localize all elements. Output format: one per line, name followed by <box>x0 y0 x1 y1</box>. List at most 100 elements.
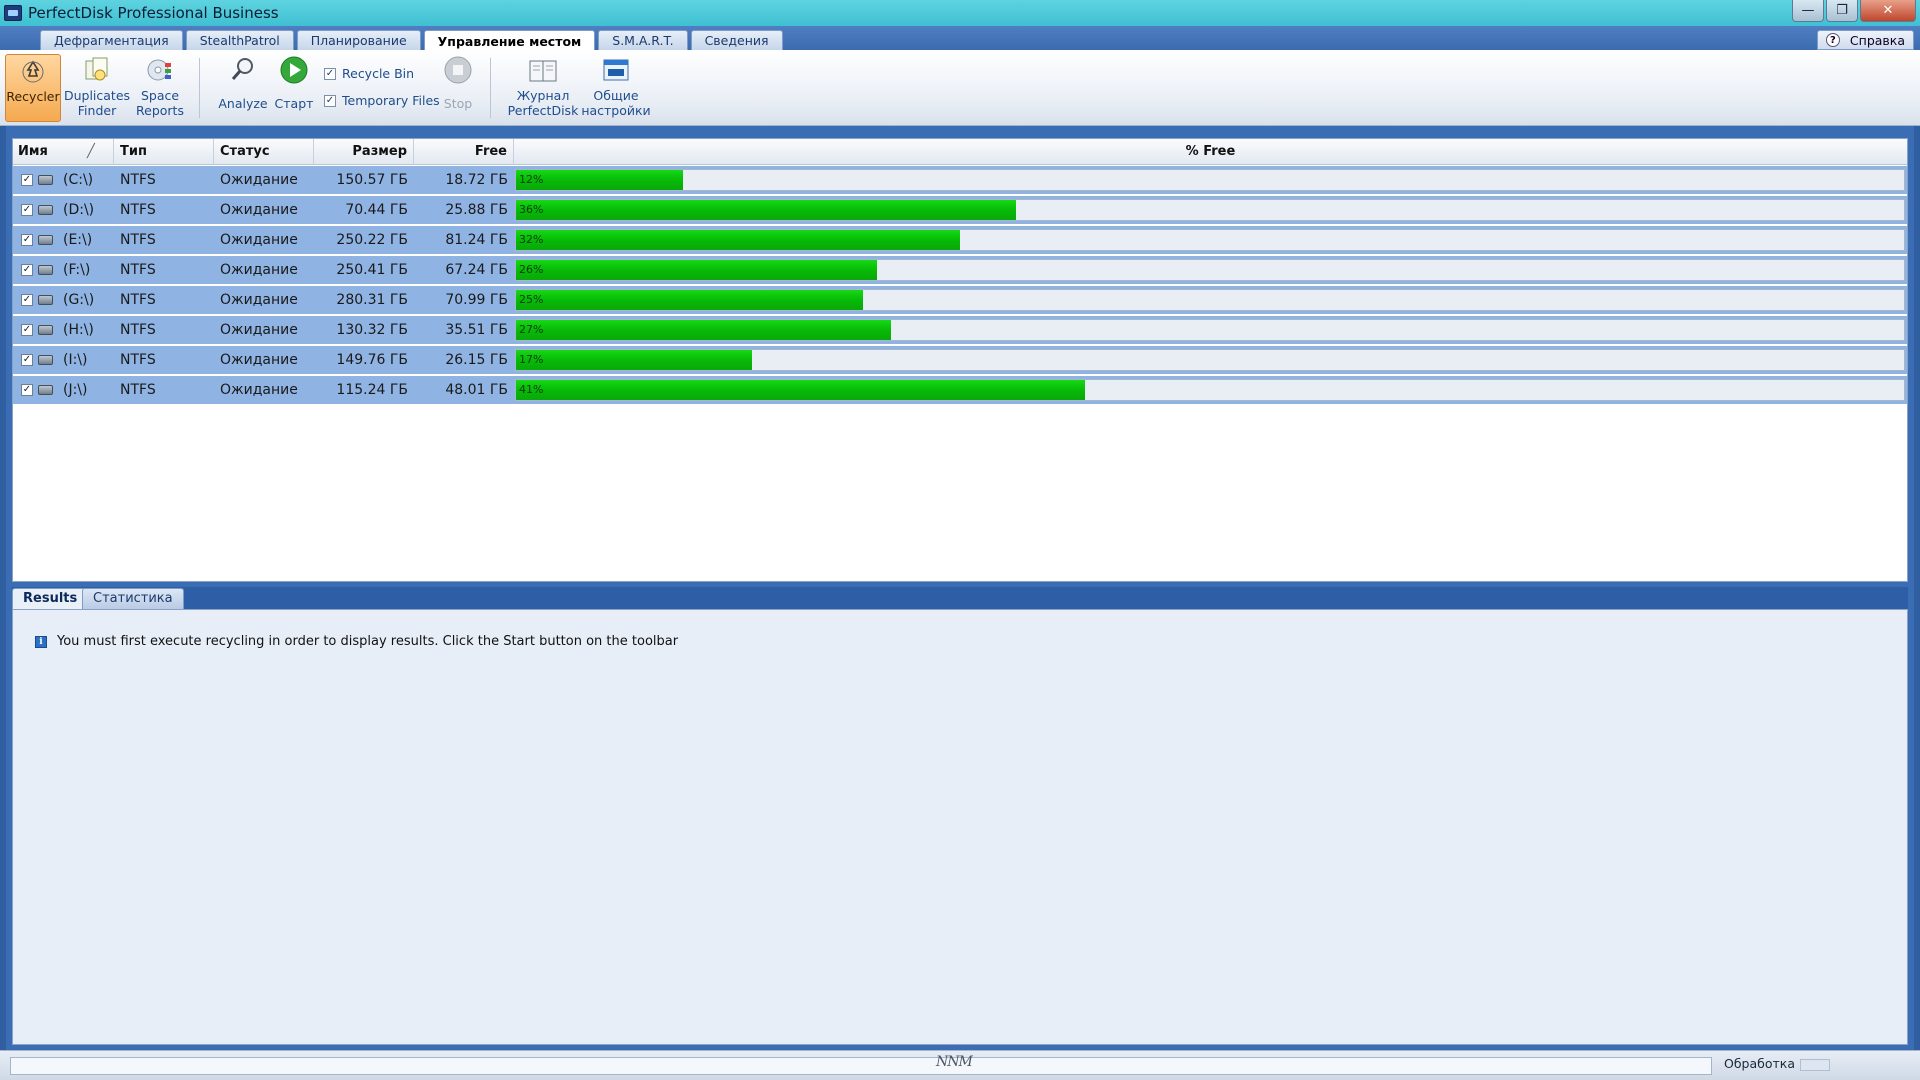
free-space-bar: 36% <box>515 199 1905 221</box>
settings-label-1: Общие <box>593 88 639 103</box>
window-controls: — ❐ ✕ <box>1790 0 1916 22</box>
drive-filesystem: NTFS <box>120 382 156 398</box>
info-icon: i <box>35 635 47 648</box>
journal-button[interactable]: Журнал PerfectDisk <box>506 54 580 122</box>
free-space-percent: 27% <box>519 323 544 336</box>
drives-grid: Имя ╱ Тип Статус Размер Free % Free ✓ (C:… <box>12 138 1908 582</box>
tab-space-management[interactable]: Управление местом <box>423 30 596 51</box>
free-space-percent: 32% <box>519 233 544 246</box>
column-header-type[interactable]: Тип <box>114 139 214 165</box>
start-label: Старт <box>274 96 314 111</box>
help-button[interactable]: ? Справка <box>1816 30 1914 50</box>
recycle-bin-option[interactable]: ✓ Recycle Bin <box>324 66 414 81</box>
column-header-free[interactable]: Free <box>414 139 514 165</box>
stop-button[interactable]: Stop <box>438 54 478 122</box>
nnm-logo: NNM <box>936 1054 973 1070</box>
results-message: i You must first execute recycling in or… <box>35 634 678 649</box>
analyze-button[interactable]: Analyze <box>216 54 270 122</box>
drive-name: (G:\) <box>63 292 95 308</box>
drive-icon <box>38 295 53 305</box>
window-title: PerfectDisk Professional Business <box>28 4 279 22</box>
drive-checkbox[interactable]: ✓ <box>21 234 33 246</box>
duplicates-finder-button[interactable]: Duplicates Finder <box>64 54 130 122</box>
drive-name: (H:\) <box>63 322 94 338</box>
drive-checkbox[interactable]: ✓ <box>21 264 33 276</box>
drive-status: Ожидание <box>220 232 298 248</box>
drive-name: (J:\) <box>63 382 88 398</box>
temporary-files-option[interactable]: ✓ Temporary Files <box>324 93 440 108</box>
tab-info[interactable]: Сведения <box>690 30 783 50</box>
table-row[interactable]: ✓ (E:\) NTFS Ожидание 250.22 ГБ 81.24 ГБ 32% <box>13 226 1907 254</box>
drive-name: (I:\) <box>63 352 88 368</box>
column-header-pct-free[interactable]: % Free <box>514 139 1907 165</box>
free-space-percent: 36% <box>519 203 544 216</box>
drive-checkbox[interactable]: ✓ <box>21 204 33 216</box>
drive-free: 35.51 ГБ <box>445 322 508 338</box>
drive-free: 70.99 ГБ <box>445 292 508 308</box>
table-row[interactable]: ✓ (D:\) NTFS Ожидание 70.44 ГБ 25.88 ГБ 36% <box>13 196 1907 224</box>
title-bar: PerfectDisk Professional Business — ❐ ✕ <box>0 0 1920 26</box>
maximize-button[interactable]: ❐ <box>1826 0 1858 22</box>
free-space-bar: 25% <box>515 289 1905 311</box>
temporary-files-checkbox[interactable]: ✓ <box>324 94 336 107</box>
recycle-bin-checkbox[interactable]: ✓ <box>324 67 336 80</box>
main-tab-strip: Дефрагментация StealthPatrol Планировани… <box>0 26 1920 51</box>
tab-defragmentation[interactable]: Дефрагментация <box>40 30 183 50</box>
status-field <box>10 1057 1712 1075</box>
column-header-status[interactable]: Статус <box>214 139 314 165</box>
table-row[interactable]: ✓ (G:\) NTFS Ожидание 280.31 ГБ 70.99 ГБ 25% <box>13 286 1907 314</box>
settings-label-2: настройки <box>581 103 651 118</box>
journal-label-2: PerfectDisk <box>507 103 579 118</box>
drive-checkbox[interactable]: ✓ <box>21 324 33 336</box>
space-reports-button[interactable]: Space Reports <box>132 54 188 122</box>
free-space-fill <box>516 320 891 340</box>
drive-icon <box>38 385 53 395</box>
drive-checkbox[interactable]: ✓ <box>21 174 33 186</box>
free-space-bar: 32% <box>515 229 1905 251</box>
play-icon <box>278 54 310 86</box>
drive-checkbox[interactable]: ✓ <box>21 354 33 366</box>
drive-icon <box>38 355 53 365</box>
drive-checkbox[interactable]: ✓ <box>21 294 33 306</box>
tab-stealthpatrol[interactable]: StealthPatrol <box>185 30 294 50</box>
bottom-tab-strip: Results Статистика <box>12 587 1908 609</box>
drive-status: Ожидание <box>220 382 298 398</box>
table-row[interactable]: ✓ (I:\) NTFS Ожидание 149.76 ГБ 26.15 ГБ 17% <box>13 346 1907 374</box>
column-header-name[interactable]: Имя ╱ <box>13 139 114 165</box>
status-label: Обработка <box>1724 1056 1795 1071</box>
tab-statistics[interactable]: Статистика <box>82 588 184 609</box>
drive-filesystem: NTFS <box>120 232 156 248</box>
tab-smart[interactable]: S.M.A.R.T. <box>598 30 688 50</box>
free-space-percent: 25% <box>519 293 544 306</box>
general-settings-button[interactable]: Общие настройки <box>581 54 651 122</box>
table-row[interactable]: ✓ (H:\) NTFS Ожидание 130.32 ГБ 35.51 ГБ 27% <box>13 316 1907 344</box>
drive-size: 115.24 ГБ <box>336 382 408 398</box>
analyze-label: Analyze <box>218 96 268 111</box>
drive-status: Ожидание <box>220 202 298 218</box>
recycler-button[interactable]: Recycler <box>5 54 61 122</box>
tab-scheduling[interactable]: Планирование <box>296 30 421 50</box>
free-space-bar: 27% <box>515 319 1905 341</box>
status-progress-bar <box>1800 1059 1830 1071</box>
tab-results[interactable]: Results <box>12 588 89 609</box>
table-row[interactable]: ✓ (F:\) NTFS Ожидание 250.41 ГБ 67.24 ГБ 26% <box>13 256 1907 284</box>
table-row[interactable]: ✓ (J:\) NTFS Ожидание 115.24 ГБ 48.01 ГБ 41% <box>13 376 1907 404</box>
drive-filesystem: NTFS <box>120 292 156 308</box>
drive-icon <box>38 325 53 335</box>
close-button[interactable]: ✕ <box>1860 0 1916 22</box>
start-button[interactable]: Старт <box>272 54 316 122</box>
column-header-size[interactable]: Размер <box>314 139 414 165</box>
free-space-bar: 26% <box>515 259 1905 281</box>
magnifier-icon <box>227 54 259 86</box>
minimize-button[interactable]: — <box>1792 0 1824 22</box>
disc-icon <box>144 54 176 86</box>
drive-icon <box>38 175 53 185</box>
table-row[interactable]: ✓ (C:\) NTFS Ожидание 150.57 ГБ 18.72 ГБ 12% <box>13 166 1907 194</box>
drive-checkbox[interactable]: ✓ <box>21 384 33 396</box>
drive-status: Ожидание <box>220 292 298 308</box>
free-space-percent: 26% <box>519 263 544 276</box>
drive-filesystem: NTFS <box>120 172 156 188</box>
drive-icon <box>38 205 53 215</box>
free-space-fill <box>516 200 1016 220</box>
drive-free: 81.24 ГБ <box>445 232 508 248</box>
